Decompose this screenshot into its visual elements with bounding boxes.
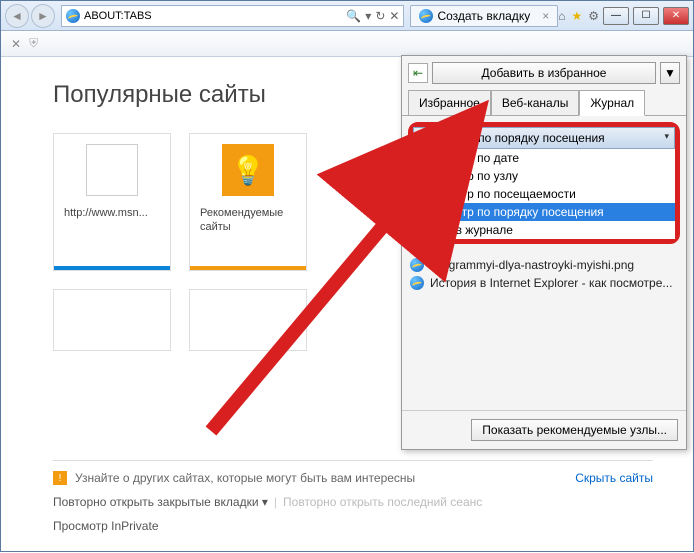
close-button[interactable]: ✕: [663, 7, 689, 25]
info-bar: ✕ ⛨: [1, 31, 693, 57]
home-icon[interactable]: ⌂: [558, 9, 565, 23]
bulb-icon: !: [53, 471, 67, 485]
sort-option[interactable]: Просмотр по порядку посещения: [413, 203, 675, 221]
sort-option[interactable]: Просмотр по узлу: [413, 167, 675, 185]
show-recommended-button[interactable]: Показать рекомендуемые узлы...: [471, 419, 678, 441]
sort-dropdown-list: Просмотр по дате Просмотр по узлу Просмо…: [413, 149, 675, 239]
ie-page-icon: [410, 258, 424, 272]
sort-option[interactable]: Просмотр по посещаемости: [413, 185, 675, 203]
ie-icon: [419, 9, 433, 23]
reopen-closed-tabs-link[interactable]: Повторно открыть закрытые вкладки ▾: [53, 495, 268, 509]
add-favorites-dropdown[interactable]: ▼: [660, 62, 680, 84]
tab-title: Создать вкладку: [437, 9, 530, 23]
browser-window: ◄ ► 🔍 ▾ ↻ ✕ Создать вкладку × ⌂ ★ ⚙ — ☐: [0, 0, 694, 552]
history-list: Programmyi-dlya-nastroyki-myishi.png Ист…: [402, 250, 686, 410]
pin-button[interactable]: ⇤: [408, 63, 428, 83]
search-icon[interactable]: 🔍: [346, 9, 361, 23]
dropdown-icon[interactable]: ▾: [365, 9, 371, 23]
site-tile[interactable]: 💡 Рекомендуемые сайты: [189, 133, 307, 271]
tile-label: Рекомендуемые сайты: [200, 206, 296, 235]
address-input[interactable]: [84, 10, 342, 22]
close-infobar-icon[interactable]: ✕: [11, 37, 21, 51]
reopen-last-session-link: Повторно открыть последний сеанс: [283, 495, 482, 509]
minimize-button[interactable]: —: [603, 7, 629, 25]
sort-combobox-highlighted: Просмотр по порядку посещения Просмотр п…: [408, 122, 680, 244]
tile-thumb: 💡: [222, 144, 274, 196]
address-bar[interactable]: 🔍 ▾ ↻ ✕: [61, 5, 404, 27]
tab-favorites[interactable]: Избранное: [408, 90, 491, 116]
stop-icon[interactable]: ✕: [389, 9, 399, 23]
tile-accent: [190, 266, 306, 270]
history-item-label: История в Internet Explorer - как посмот…: [430, 276, 672, 290]
favorites-tabstrip: Избранное Веб-каналы Журнал: [402, 90, 686, 116]
tile-label: http://www.msn...: [64, 206, 160, 220]
tile-thumb: [86, 144, 138, 196]
add-to-favorites-button[interactable]: Добавить в избранное: [432, 62, 656, 84]
promo-row: ! Узнайте о других сайтах, которые могут…: [53, 460, 653, 485]
back-button[interactable]: ◄: [5, 4, 29, 28]
history-item-label: Programmyi-dlya-nastroyki-myishi.png: [430, 258, 634, 272]
sort-combobox[interactable]: Просмотр по порядку посещения: [413, 127, 675, 149]
favorites-star-icon[interactable]: ★: [571, 9, 582, 23]
hide-sites-link[interactable]: Скрыть сайты: [575, 471, 653, 485]
favorites-panel: ⇤ Добавить в избранное ▼ Избранное Веб-к…: [401, 55, 687, 450]
maximize-button[interactable]: ☐: [633, 7, 659, 25]
site-tile-empty[interactable]: [53, 289, 171, 351]
refresh-icon[interactable]: ↻: [375, 9, 385, 23]
promo-text: Узнайте о других сайтах, которые могут б…: [75, 471, 415, 485]
ie-page-icon: [410, 276, 424, 290]
shield-icon: ⛨: [29, 36, 38, 51]
sort-option[interactable]: Поиск в журнале: [413, 221, 675, 239]
history-item[interactable]: Programmyi-dlya-nastroyki-myishi.png: [410, 256, 678, 274]
site-tile[interactable]: http://www.msn...: [53, 133, 171, 271]
ie-icon: [66, 9, 80, 23]
tile-accent: [54, 266, 170, 270]
tab-feeds[interactable]: Веб-каналы: [491, 90, 580, 116]
bottom-section: ! Узнайте о других сайтах, которые могут…: [53, 460, 653, 533]
browser-tab[interactable]: Создать вкладку ×: [410, 5, 558, 27]
forward-button[interactable]: ►: [31, 4, 55, 28]
site-tile-empty[interactable]: [189, 289, 307, 351]
tools-gear-icon[interactable]: ⚙: [588, 9, 599, 23]
title-bar: ◄ ► 🔍 ▾ ↻ ✕ Создать вкладку × ⌂ ★ ⚙ — ☐: [1, 1, 693, 31]
tab-history[interactable]: Журнал: [579, 90, 645, 116]
sort-option[interactable]: Просмотр по дате: [413, 149, 675, 167]
history-item[interactable]: История в Internet Explorer - как посмот…: [410, 274, 678, 292]
close-tab-icon[interactable]: ×: [542, 9, 549, 23]
inprivate-link[interactable]: Просмотр InPrivate: [53, 519, 159, 533]
